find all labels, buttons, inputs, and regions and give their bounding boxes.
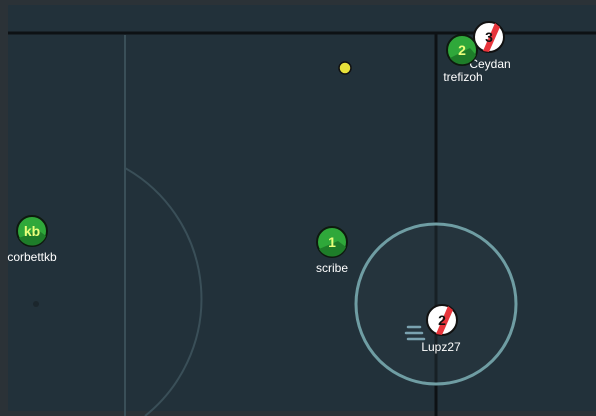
game-field: 3 Ceydan 2 trefizoh kb corbettkb 1 scrib… [0,0,596,416]
player-name-label: Ceydan [469,57,510,71]
player-scribe[interactable]: 1 scribe [316,226,348,275]
player-name-label: scribe [316,261,348,275]
player-name-label: trefizoh [443,70,482,84]
player-avatar-label: 2 [458,42,466,58]
player-name-label: corbettkb [7,250,57,264]
player-avatar-label: 3 [485,29,493,45]
control-ring [354,222,518,386]
ball-icon [338,61,352,75]
penalty-spot [33,301,39,307]
top-margin [8,0,596,5]
left-margin [0,0,8,416]
player-avatar-label: 2 [438,312,446,328]
player-name-label: Lupz27 [421,340,461,354]
player-avatar-label: 1 [328,234,336,250]
player-avatar-label: kb [24,223,40,239]
